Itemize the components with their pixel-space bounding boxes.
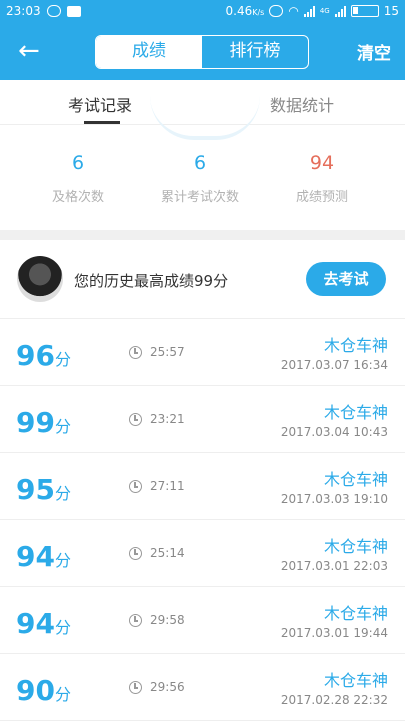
record-date: 2017.03.01 19:44 [280,626,388,640]
record-duration: 25:57 [150,345,185,359]
table-row[interactable]: 90分 29:56 木仓车神 2017.02.28 22:32 [0,654,405,721]
record-username: 木仓车神 [323,470,388,489]
alarm-icon [269,5,284,17]
network-type: 4G [319,7,330,15]
record-duration: 27:11 [150,479,185,493]
record-date: 2017.02.28 22:32 [280,693,388,707]
record-duration: 29:58 [150,613,185,627]
record-username: 木仓车神 [323,537,388,556]
clock-icon [129,547,142,560]
table-row[interactable]: 96分 25:57 木仓车神 2017.03.07 16:34 [0,319,405,386]
mail-icon [66,5,81,17]
clock-icon [129,614,142,627]
network-speed: 0.46K/s [225,4,265,18]
clear-button[interactable]: 清空 [357,39,391,64]
stats-panel: 6 及格次数 6 累计考试次数 94 成绩预测 [0,140,405,230]
record-date: 2017.03.04 10:43 [280,425,388,439]
record-date: 2017.03.07 16:34 [280,358,388,372]
record-username: 木仓车神 [323,336,388,355]
record-username: 木仓车神 [323,403,388,422]
top-bar: ← 成绩 排行榜 清空 [0,24,405,80]
take-exam-button[interactable]: 去考试 [306,262,386,296]
table-row[interactable]: 94分 25:14 木仓车神 2017.03.01 22:03 [0,520,405,587]
record-username: 木仓车神 [323,604,388,623]
signal-icon [303,5,315,17]
record-score: 96分 [16,339,71,372]
sync-icon [46,5,61,17]
record-username: 木仓车神 [323,671,388,690]
record-score: 94分 [16,540,71,573]
record-date: 2017.03.01 22:03 [280,559,388,573]
record-duration: 29:56 [150,680,185,694]
score-gauge [150,96,260,140]
record-duration: 23:21 [150,412,185,426]
record-score: 94分 [16,607,71,640]
status-bar: 23:03 0.46K/s ◠ 4G 15 [0,0,405,24]
record-duration: 25:14 [150,546,185,560]
tab-scores[interactable]: 成绩 [96,36,202,68]
tab-statistics[interactable]: 数据统计 [270,92,334,116]
clock-icon [129,346,142,359]
record-score: 90分 [16,674,71,707]
back-arrow-icon[interactable]: ← [18,38,48,66]
table-row[interactable]: 94分 29:58 木仓车神 2017.03.01 19:44 [0,587,405,654]
stat-total-exams: 6 累计考试次数 [160,152,239,205]
clock-icon [129,480,142,493]
signal-icon-2 [334,5,346,17]
segmented-control: 成绩 排行榜 [95,35,309,69]
status-time: 23:03 [6,4,41,18]
tab-leaderboard[interactable]: 排行榜 [202,36,308,68]
wifi-icon: ◠ [288,4,299,18]
table-row[interactable]: 99分 23:21 木仓车神 2017.03.04 10:43 [0,386,405,453]
best-score-banner: 您的历史最高成绩99分 去考试 [0,240,405,319]
section-divider [0,230,405,240]
record-date: 2017.03.03 19:10 [280,492,388,506]
tab-exam-records[interactable]: 考试记录 [68,92,132,116]
record-score: 95分 [16,473,71,506]
stat-pass-count: 6 及格次数 [51,152,104,205]
battery-icon [350,5,379,17]
best-score-text: 您的历史最高成绩99分 [74,272,229,290]
clock-icon [129,413,142,426]
tab-indicator [84,121,120,124]
record-score: 99分 [16,406,71,439]
battery-level: 15 [383,4,399,18]
clock-icon [129,681,142,694]
table-row[interactable]: 95分 27:11 木仓车神 2017.03.03 19:10 [0,453,405,520]
exam-record-list: 96分 25:57 木仓车神 2017.03.07 16:34 99分 23:21 木仓车神… [0,319,405,721]
avatar [17,256,63,302]
stat-score-prediction: 94 成绩预测 [295,152,348,205]
